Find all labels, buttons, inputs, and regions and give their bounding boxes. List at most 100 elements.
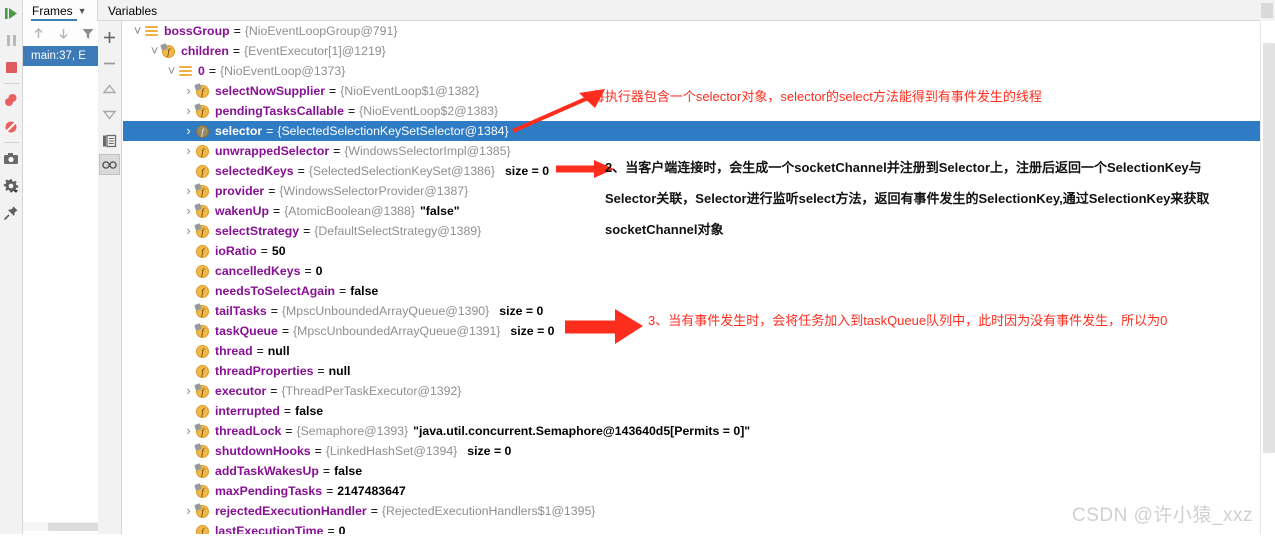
camera-icon[interactable] [0, 145, 23, 172]
top-scroll-thumb[interactable] [1261, 3, 1273, 18]
variable-value: {MpscUnboundedArrayQueue@1390} [281, 304, 490, 318]
chevron-right-icon[interactable]: › [182, 181, 195, 201]
equals-sign: = [208, 64, 217, 78]
variables-vertical-scrollbar[interactable] [1260, 21, 1275, 539]
variables-mini-toolbar [98, 21, 122, 539]
chevron-down-icon[interactable]: ˅ [165, 61, 178, 81]
variable-row[interactable]: f addTaskWakesUp = false [123, 461, 1260, 481]
bottom-strip [0, 534, 1275, 539]
variables-vscroll-thumb[interactable] [1263, 43, 1275, 453]
variable-value: false [295, 404, 324, 418]
chevron-down-icon[interactable]: ˅ [148, 41, 161, 61]
variable-value: {SelectedSelectionKeySet@1386} [308, 164, 495, 178]
field-icon: f [195, 243, 211, 259]
copy-value-icon[interactable] [99, 128, 121, 154]
stack-down-icon[interactable] [52, 23, 74, 45]
equals-sign: = [303, 224, 311, 238]
move-up-icon[interactable] [99, 76, 121, 102]
gear-icon[interactable] [0, 172, 23, 199]
chevron-right-icon[interactable]: › [182, 141, 195, 161]
variable-row[interactable]: f shutdownHooks = {LinkedHashSet@1394} size … [123, 441, 1260, 461]
variable-value: {RejectedExecutionHandlers$1@1395} [381, 504, 596, 518]
variable-row[interactable]: f needsToSelectAgain = false [123, 281, 1260, 301]
variable-row[interactable]: › f threadLock = {Semaphore@1393} "java.util.… [123, 421, 1260, 441]
variable-value: {DefaultSelectStrategy@1389} [314, 224, 482, 238]
variable-value: {NioEventLoop$1@1382} [340, 84, 480, 98]
variable-row[interactable]: f interrupted = false [123, 401, 1260, 421]
final-field-icon: f [195, 503, 211, 519]
chevron-right-icon[interactable]: › [182, 101, 195, 121]
variable-row[interactable]: ˅ bossGroup = {NioEventLoopGroup@791} [123, 21, 1260, 41]
variable-name: shutdownHooks [215, 444, 311, 458]
chevron-right-icon[interactable]: › [182, 421, 195, 441]
variable-row[interactable]: › f executor = {ThreadPerTaskExecutor@1392} [123, 381, 1260, 401]
stop-program-icon[interactable] [0, 54, 23, 81]
annotation-1-line-1: 1.每执行器包含一个selector对象，selector的select方法能得… [581, 89, 1042, 104]
resume-program-icon[interactable] [0, 0, 23, 27]
debugger-window: Frames ▼ Variables main:37, E ˅ bossGrou… [0, 0, 1275, 539]
remove-watch-icon[interactable] [99, 50, 121, 76]
final-field-icon: f [195, 423, 211, 439]
equals-sign: = [370, 504, 378, 518]
variable-row[interactable]: ˅ f children = {EventExecutor[1]@1219} [123, 41, 1260, 61]
variable-name: pendingTasksCallable [215, 104, 344, 118]
variable-row[interactable]: › f selector = {SelectedSelectionKeySetSelec… [123, 121, 1260, 141]
field-icon: f [195, 263, 211, 279]
chevron-right-icon[interactable]: › [182, 501, 195, 521]
variable-value: {NioEventLoop@1373} [220, 64, 346, 78]
move-down-icon[interactable] [99, 102, 121, 128]
equals-sign: = [322, 464, 331, 478]
add-watch-icon[interactable] [99, 24, 121, 50]
equals-sign: = [283, 404, 292, 418]
view-breakpoints-icon[interactable] [0, 86, 23, 113]
chevron-right-icon[interactable]: › [182, 81, 195, 101]
variable-row[interactable]: f thread = null [123, 341, 1260, 361]
annotation-2-line-1: 2、当客户端连接时，会生成一个socketChannel并注册到Selector… [605, 160, 1202, 175]
variable-name: selectedKeys [215, 164, 294, 178]
variable-value: 0 [315, 264, 323, 278]
variable-row[interactable]: f maxPendingTasks = 2147483647 [123, 481, 1260, 501]
frames-hscroll-thumb[interactable] [48, 523, 98, 531]
chevron-right-icon[interactable]: › [182, 381, 195, 401]
final-field-icon: f [195, 303, 211, 319]
variable-name: executor [215, 384, 267, 398]
variable-row[interactable]: f cancelledKeys = 0 [123, 261, 1260, 281]
chevron-right-icon[interactable]: › [182, 201, 195, 221]
chevron-right-icon[interactable]: › [182, 221, 195, 241]
annotation-1: 1.每执行器包含一个selector对象，selector的select方法能得… [581, 86, 1201, 108]
pin-icon[interactable] [0, 199, 23, 226]
chevron-down-icon[interactable]: ▼ [78, 6, 87, 16]
tab-frames[interactable]: Frames ▼ [23, 0, 98, 21]
variable-value: {SelectedSelectionKeySetSelector@1384} [277, 124, 509, 138]
field-icon: f [195, 343, 211, 359]
glasses-icon[interactable] [99, 154, 120, 175]
equals-sign: = [333, 144, 341, 158]
stack-up-icon[interactable] [27, 23, 49, 45]
variable-row[interactable]: f threadProperties = null [123, 361, 1260, 381]
chevron-down-icon[interactable]: ˅ [131, 21, 144, 41]
equals-sign: = [270, 304, 278, 318]
pause-program-icon[interactable] [0, 27, 23, 54]
variable-value: {NioEventLoop$2@1383} [359, 104, 499, 118]
final-field-icon: f [195, 83, 211, 99]
variable-name: unwrappedSelector [215, 144, 330, 158]
final-field-icon: f [195, 323, 211, 339]
variable-row[interactable]: ˅ 0 = {NioEventLoop@1373} [123, 61, 1260, 81]
tab-variables[interactable]: Variables [99, 0, 166, 21]
variable-name: selectNowSupplier [215, 84, 326, 98]
annotation-3: 3、当有事件发生时，会将任务加入到taskQueue队列中，此时因为没有事件发生… [648, 310, 1208, 332]
field-icon: f [195, 363, 211, 379]
mute-breakpoints-icon[interactable] [0, 113, 23, 140]
variable-name: cancelledKeys [215, 264, 301, 278]
final-field-icon: f [195, 223, 211, 239]
equals-sign: = [260, 244, 268, 258]
variable-size: size = 0 [504, 164, 550, 178]
variable-value: null [267, 344, 290, 358]
equals-sign: = [304, 264, 312, 278]
final-field-icon: f [195, 183, 211, 199]
annotation-2: 2、当客户端连接时，会生成一个socketChannel并注册到Selector… [605, 152, 1230, 245]
variable-name: tailTasks [215, 304, 267, 318]
field-icon: f [195, 283, 211, 299]
funnel-icon[interactable] [77, 23, 99, 45]
chevron-right-icon[interactable]: › [182, 121, 195, 141]
